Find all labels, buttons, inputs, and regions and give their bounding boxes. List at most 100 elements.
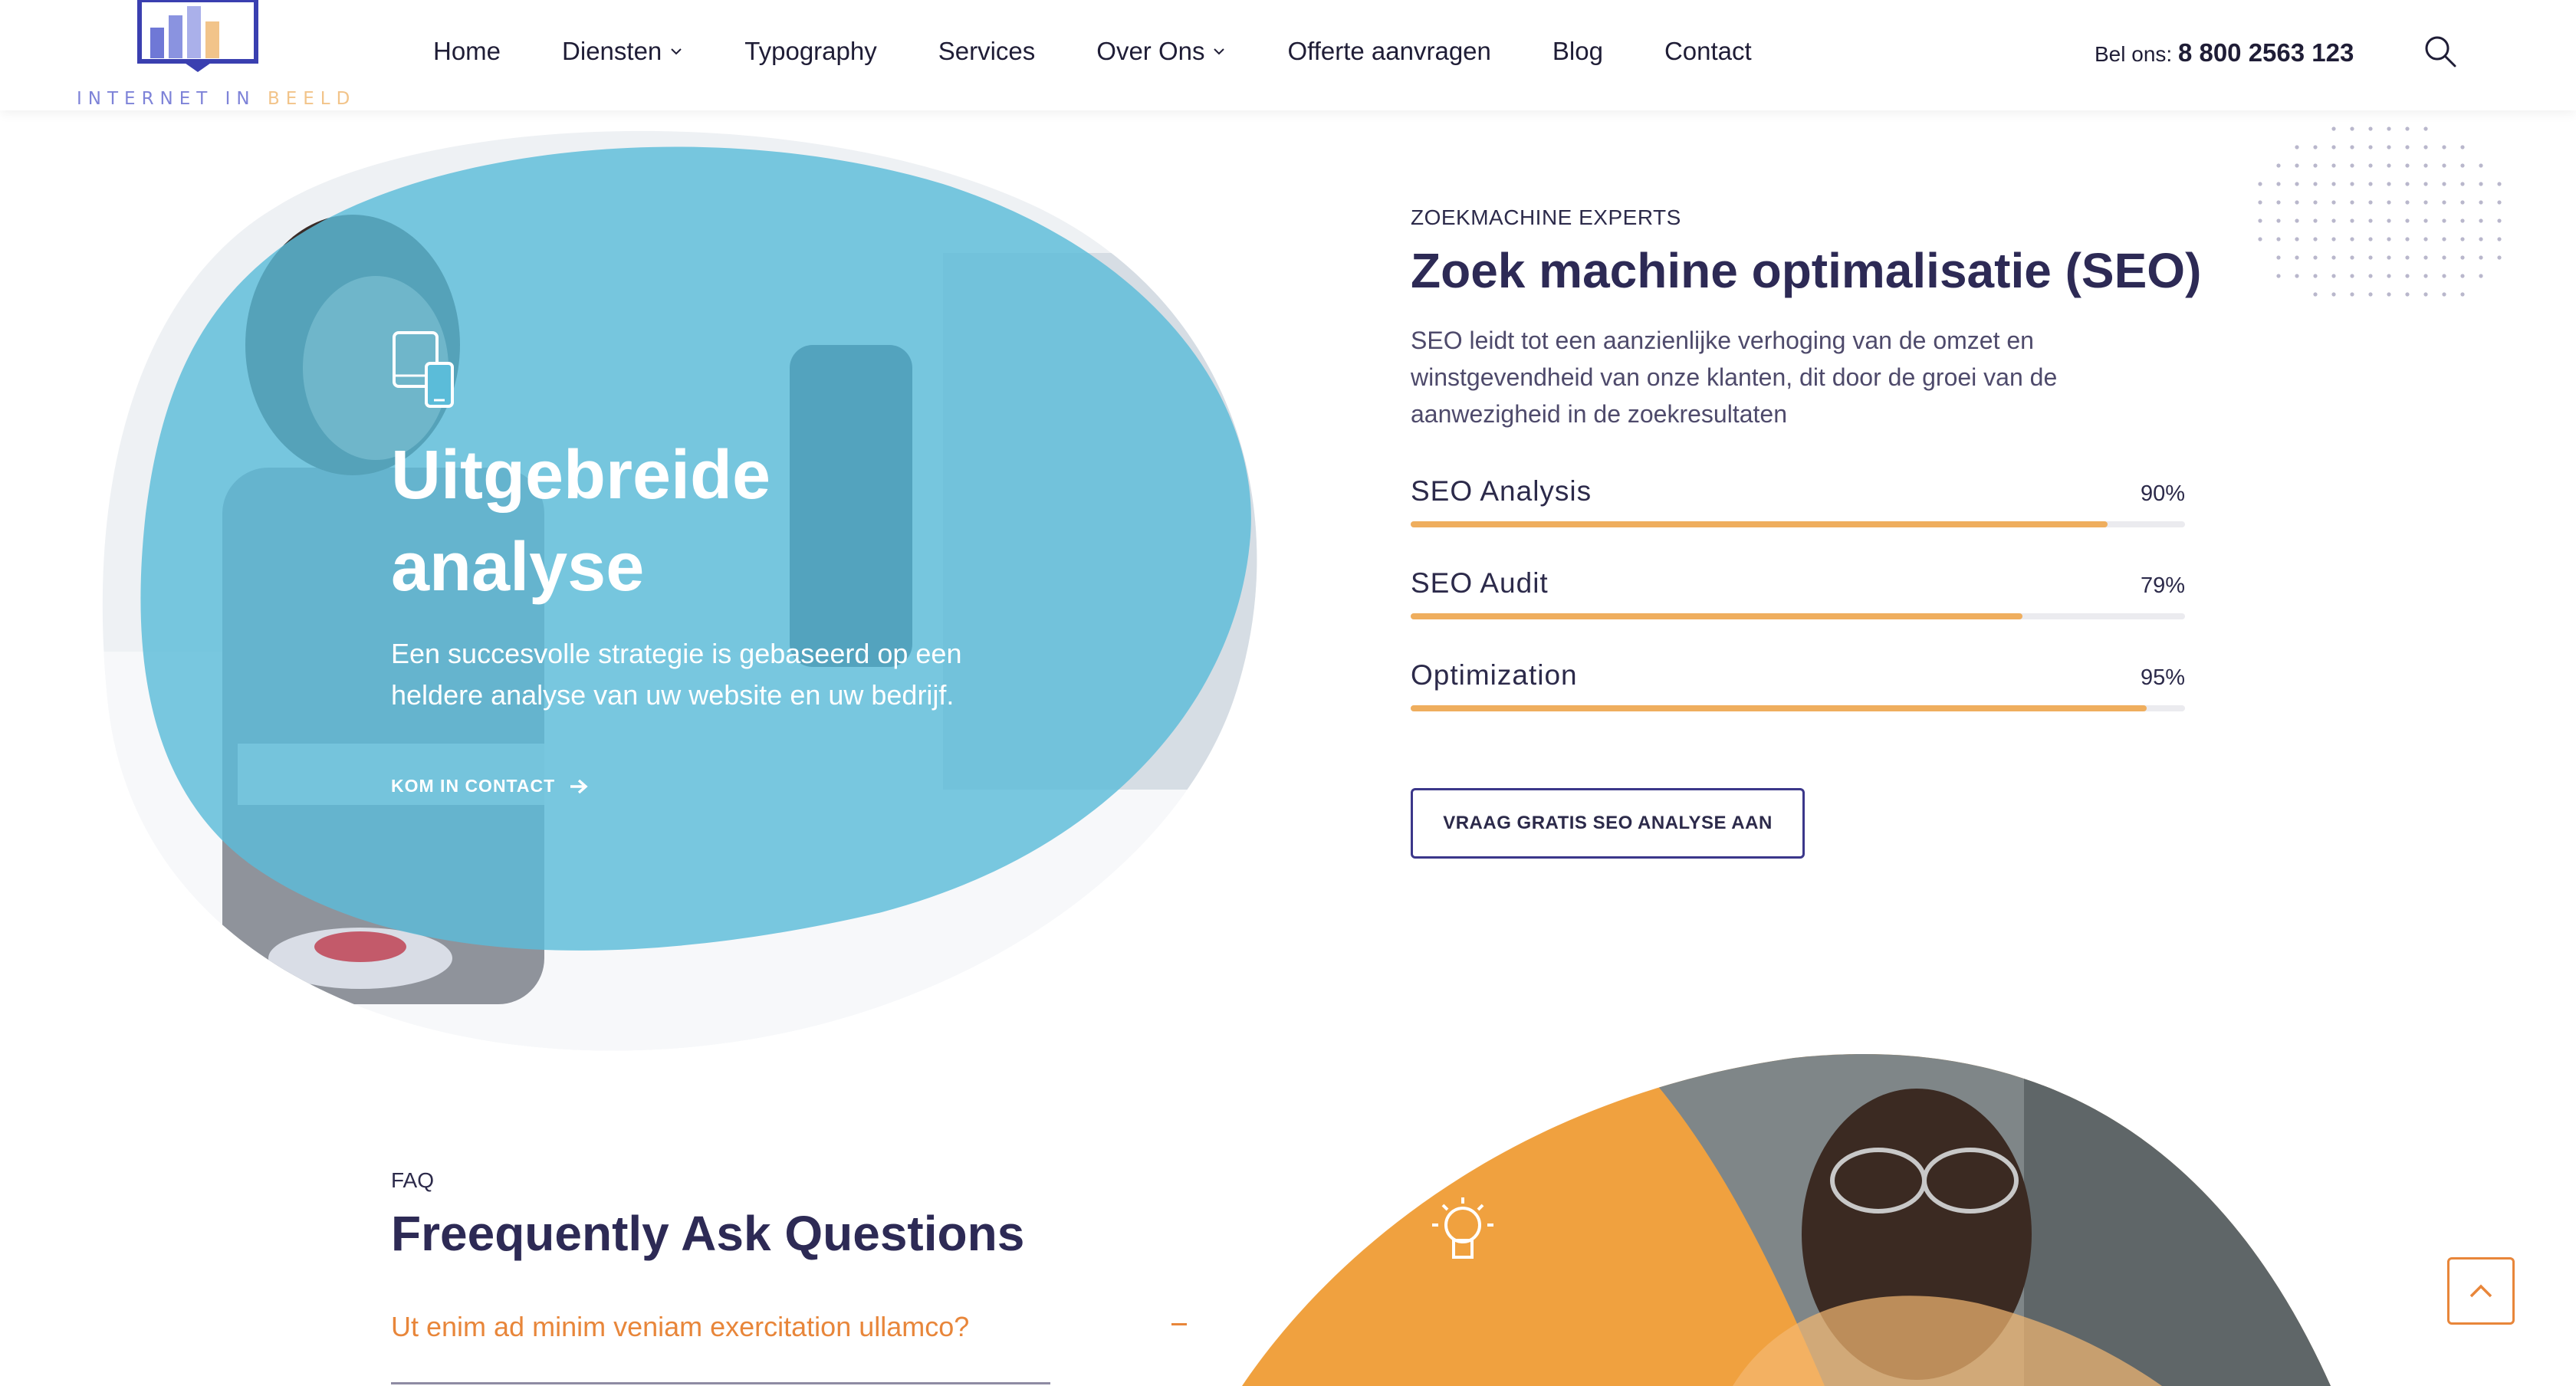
faq-question[interactable]: Ut enim ad minim veniam exercitation ull…: [391, 1311, 969, 1343]
decorative-dot: [2295, 237, 2299, 241]
decorative-dot: [2350, 237, 2354, 241]
decorative-dot: [2368, 255, 2373, 260]
contact-link-label: KOM IN CONTACT: [391, 776, 556, 796]
decorative-dot: [2460, 218, 2465, 223]
decorative-dot: [2423, 163, 2428, 168]
seo-description: SEO leidt tot een aanzienlijke verhoging…: [1411, 327, 2058, 428]
nav-label: Typography: [744, 37, 877, 65]
decorative-dot: [2387, 218, 2391, 223]
bottom-image-blob: [1242, 1053, 2331, 1386]
decorative-dot: [2350, 182, 2354, 186]
nav-item-blog[interactable]: Blog: [1552, 37, 1603, 66]
decorative-dot: [2423, 237, 2428, 241]
decorative-dot: [2405, 126, 2410, 131]
nav-label: Home: [433, 37, 501, 65]
call-label: Bel ons:: [2095, 42, 2178, 66]
faq-collapse-icon[interactable]: [1171, 1323, 1187, 1325]
nav-item-typography[interactable]: Typography: [744, 37, 876, 66]
contact-link[interactable]: KOM IN CONTACT: [391, 776, 589, 796]
decorative-dot: [2295, 255, 2299, 260]
arrow-right-icon: [570, 779, 588, 793]
nav-item-over-ons[interactable]: Over Ons: [1096, 37, 1226, 66]
decorative-dot: [2442, 292, 2446, 297]
back-to-top-button[interactable]: [2447, 1257, 2515, 1325]
decorative-dot: [2368, 182, 2373, 186]
decorative-dot: [2405, 237, 2410, 241]
decorative-dot: [2313, 145, 2318, 149]
search-icon[interactable]: [2423, 34, 2458, 69]
decorative-dot: [2331, 145, 2336, 149]
decorative-dot: [2387, 145, 2391, 149]
decorative-dot: [2387, 126, 2391, 131]
decorative-dot: [2295, 145, 2299, 149]
decorative-dot: [2331, 218, 2336, 223]
decorative-dot: [2460, 237, 2465, 241]
decorative-dot: [2497, 200, 2502, 205]
decorative-dot: [2387, 182, 2391, 186]
logo-wordmark: INTERNET IN BEELD: [77, 89, 356, 109]
decorative-dot: [2350, 218, 2354, 223]
decorative-dot: [2368, 200, 2373, 205]
decorative-dot: [2442, 200, 2446, 205]
nav-label: Diensten: [562, 37, 662, 65]
decorative-dot: [2368, 274, 2373, 278]
decorative-dot: [2295, 218, 2299, 223]
decorative-dot: [2460, 182, 2465, 186]
decorative-dot: [2387, 292, 2391, 297]
decorative-dot: [2423, 200, 2428, 205]
decorative-dot: [2276, 163, 2281, 168]
decorative-dot: [2368, 218, 2373, 223]
decorative-dot: [2479, 274, 2483, 278]
decorative-dot: [2368, 126, 2373, 131]
nav-item-home[interactable]: Home: [433, 37, 501, 66]
skill-fill: [1411, 613, 2022, 619]
decorative-dot: [2479, 182, 2483, 186]
decorative-dot: [2295, 182, 2299, 186]
free-seo-analysis-button[interactable]: VRAAG GRATIS SEO ANALYSE AAN: [1411, 788, 1805, 859]
decorative-dot: [2405, 145, 2410, 149]
decorative-dot: [2350, 292, 2354, 297]
decorative-dot: [2405, 292, 2410, 297]
decorative-dot: [2442, 145, 2446, 149]
decorative-dot: [2331, 255, 2336, 260]
decorative-dot: [2350, 145, 2354, 149]
decorative-dot: [2405, 182, 2410, 186]
decorative-dot: [2387, 255, 2391, 260]
faq-title: Freequently Ask Questions: [391, 1206, 1025, 1261]
decorative-dot: [2313, 274, 2318, 278]
decorative-dot: [2350, 126, 2354, 131]
decorative-dot: [2442, 182, 2446, 186]
site-header: INTERNET IN BEELD Home Diensten Typograp…: [0, 0, 2576, 110]
phone-number[interactable]: 8 800 2563 123: [2178, 38, 2354, 67]
chevron-down-icon: [1214, 48, 1225, 55]
chevron-down-icon: [671, 48, 682, 55]
skill-fill: [1411, 521, 2108, 527]
decorative-dot: [2423, 145, 2428, 149]
nav-item-offerte[interactable]: Offerte aanvragen: [1287, 37, 1490, 66]
faq-answer-preview: [391, 1380, 1050, 1386]
decorative-dot: [2331, 237, 2336, 241]
decorative-dot: [2405, 274, 2410, 278]
decorative-dot: [2423, 182, 2428, 186]
skill-percent: 95%: [2140, 665, 2185, 690]
decorative-dot: [2295, 163, 2299, 168]
decorative-dot: [2331, 292, 2336, 297]
nav-item-contact[interactable]: Contact: [1664, 37, 1752, 66]
decorative-dot: [2405, 218, 2410, 223]
decorative-dot: [2479, 200, 2483, 205]
decorative-dot: [2442, 163, 2446, 168]
decorative-dot: [2258, 218, 2262, 223]
devices-icon: [393, 331, 454, 408]
decorative-dot: [2479, 255, 2483, 260]
decorative-dot: [2276, 255, 2281, 260]
decorative-dot: [2276, 237, 2281, 241]
nav-item-diensten[interactable]: Diensten: [562, 37, 683, 66]
nav-label: Over Ons: [1096, 37, 1205, 65]
decorative-dot: [2497, 182, 2502, 186]
decorative-dot: [2497, 237, 2502, 241]
decorative-dot: [2460, 292, 2465, 297]
skill-label: SEO Analysis: [1411, 475, 1592, 507]
nav-item-services[interactable]: Services: [938, 37, 1036, 66]
decorative-dot: [2276, 274, 2281, 278]
decorative-dot: [2295, 200, 2299, 205]
